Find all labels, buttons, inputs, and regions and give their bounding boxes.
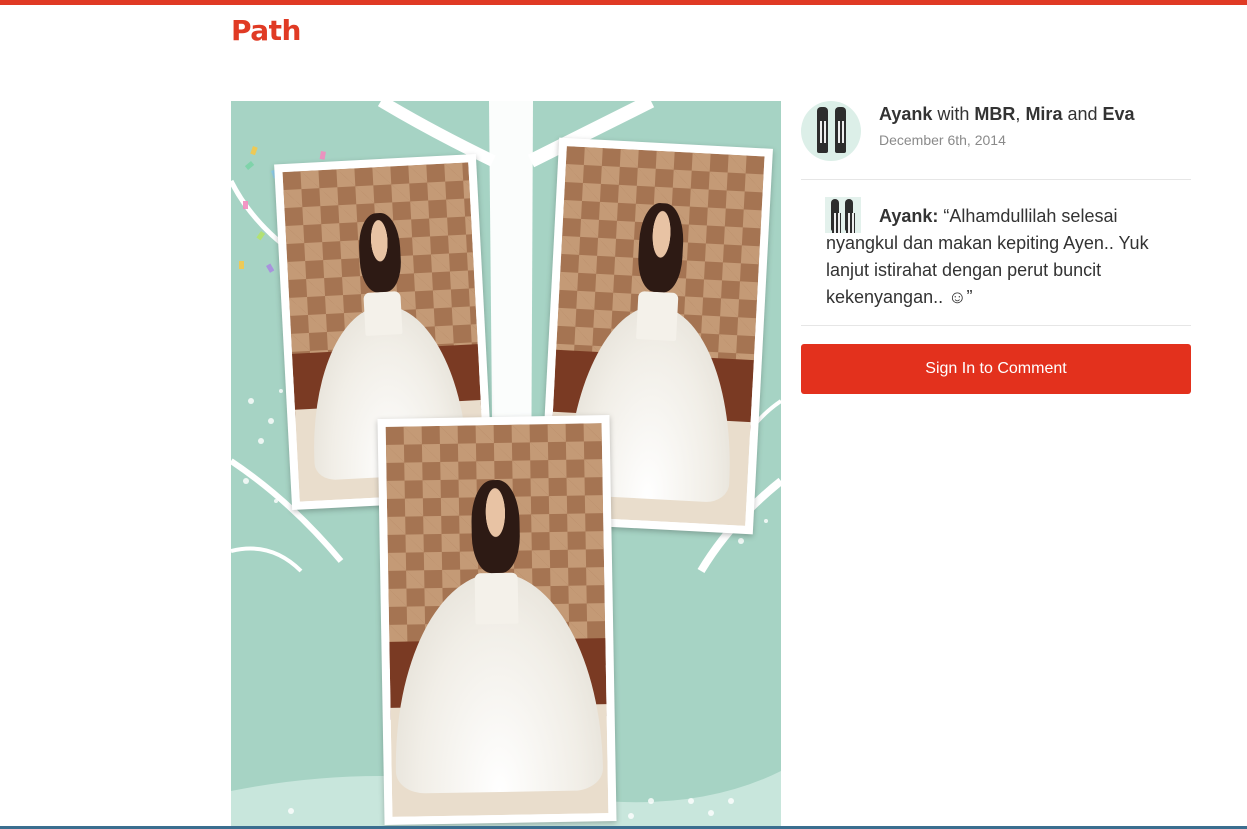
post-heading: Ayank with MBR, Mira and Eva [879, 104, 1135, 125]
path-logo[interactable]: Path [231, 14, 301, 47]
divider-top [801, 179, 1191, 180]
post-photo[interactable] [231, 101, 781, 829]
post-date: December 6th, 2014 [879, 132, 1006, 148]
top-accent-bar [0, 0, 1247, 5]
author-name[interactable]: Ayank [879, 104, 932, 124]
divider-bottom [801, 325, 1191, 326]
and-word: and [1067, 104, 1098, 124]
companion-separator: , [1015, 104, 1021, 124]
companion-mbr[interactable]: MBR [974, 104, 1015, 124]
comment-body: Ayank: “Alhamdullilah selesai nyangkul d… [826, 203, 1176, 311]
companion-mira[interactable]: Mira [1025, 104, 1062, 124]
companion-eva[interactable]: Eva [1103, 104, 1135, 124]
photo-panel-3 [377, 415, 617, 825]
sign-in-to-comment-button[interactable]: Sign In to Comment [801, 344, 1191, 394]
author-avatar[interactable] [801, 101, 861, 161]
comment-author[interactable]: Ayank: [879, 206, 938, 226]
comment-text: “Alhamdullilah selesai nyangkul dan maka… [826, 206, 1149, 307]
with-word: with [937, 104, 970, 124]
